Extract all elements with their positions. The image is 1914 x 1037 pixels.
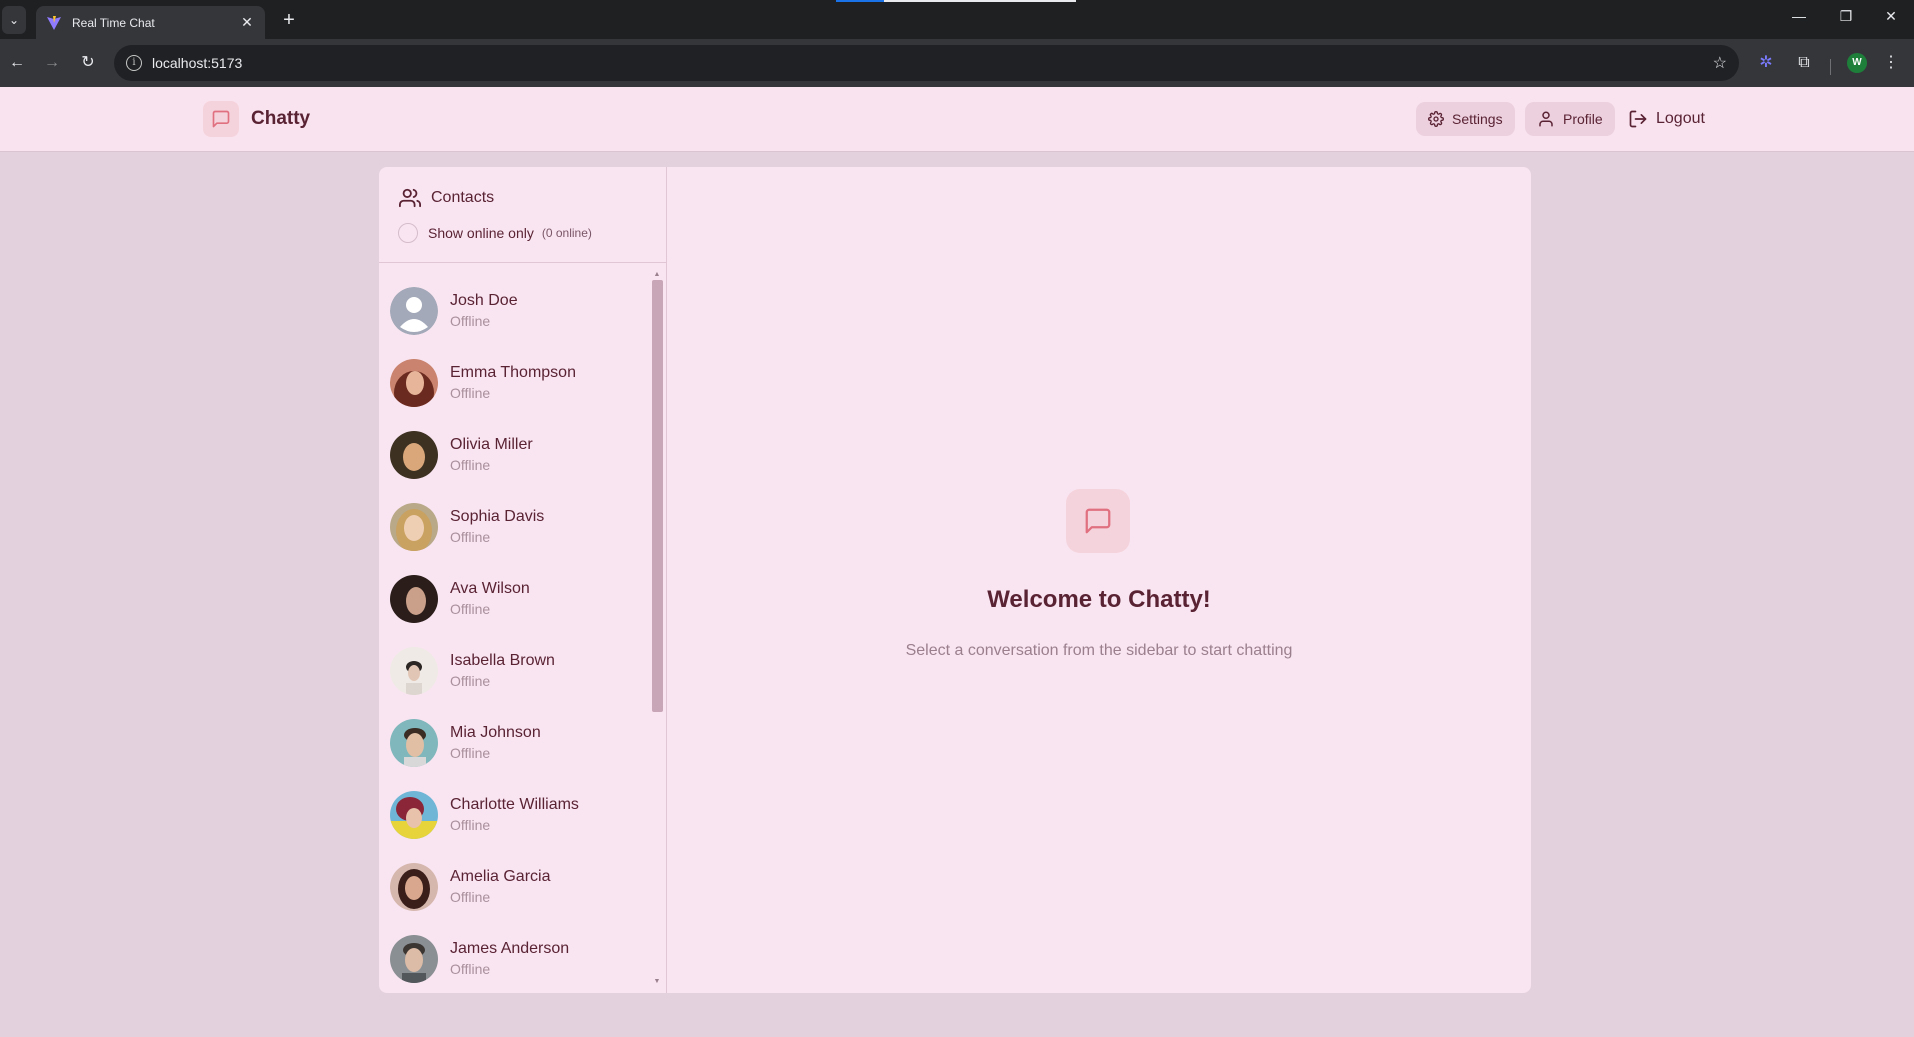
address-bar[interactable]: i localhost:5173 ☆ [114, 45, 1739, 81]
browser-toolbar: ← → ↻ i localhost:5173 ☆ ✲ ⧉ W ⋮ [0, 39, 1914, 87]
brand-link[interactable]: Chatty [203, 101, 310, 137]
toolbar-divider [1830, 59, 1831, 75]
welcome-title: Welcome to Chatty! [987, 586, 1211, 613]
logout-button[interactable]: Logout [1628, 104, 1705, 134]
contacts-sidebar: Contacts Show online only (0 online) Jos… [379, 167, 667, 993]
gear-icon [1428, 111, 1444, 127]
settings-button[interactable]: Settings [1416, 102, 1515, 136]
new-tab-button[interactable]: + [277, 8, 301, 32]
brand-name: Chatty [251, 108, 311, 129]
contact-status: Offline [450, 817, 491, 833]
contact-item[interactable]: Olivia Miller Offline [379, 419, 649, 491]
bookmark-star-icon[interactable]: ☆ [1713, 53, 1727, 73]
avatar [390, 575, 438, 623]
user-icon [1539, 111, 1553, 127]
minimize-icon[interactable]: — [1787, 8, 1811, 24]
extensions-puzzle-icon[interactable]: ⧉ [1792, 51, 1816, 75]
welcome-panel: Welcome to Chatty! Select a conversation… [667, 167, 1531, 993]
avatar [390, 935, 438, 983]
contact-name: Sophia Davis [450, 508, 545, 525]
contact-status: Offline [450, 673, 491, 689]
contact-item[interactable]: Sophia Davis Offline [379, 491, 649, 563]
restore-icon[interactable]: ❐ [1834, 8, 1858, 25]
contact-item[interactable]: Amelia Garcia Offline [379, 851, 649, 923]
contact-name: Amelia Garcia [450, 868, 551, 885]
chat-bubble-icon [203, 101, 239, 137]
extension-icon[interactable]: ✲ [1754, 51, 1778, 75]
vite-logo-icon [47, 15, 61, 30]
url-text: localhost:5173 [152, 55, 243, 71]
contact-item[interactable]: Josh Doe Offline [379, 275, 649, 347]
contact-name: Emma Thompson [450, 364, 576, 381]
sidebar-header: Contacts Show online only (0 online) [379, 167, 666, 263]
contacts-list: Josh Doe Offline Emma Thompson Offline O… [379, 264, 666, 993]
avatar [390, 647, 438, 695]
chat-container: Contacts Show online only (0 online) Jos… [379, 167, 1531, 993]
contact-status: Offline [450, 313, 491, 329]
users-icon [399, 188, 421, 208]
contact-item[interactable]: Emma Thompson Offline [379, 347, 649, 419]
tab-list-button[interactable]: ⌄ [2, 6, 26, 34]
browser-tab[interactable]: Real Time Chat ✕ [36, 6, 265, 39]
browser-menu-icon[interactable]: ⋮ [1879, 51, 1903, 75]
reload-icon[interactable]: ↻ [76, 51, 100, 75]
logout-label: Logout [1656, 110, 1705, 127]
close-tab-icon[interactable]: ✕ [239, 14, 255, 31]
tab-indicator [884, 0, 1076, 2]
tab-indicator [836, 0, 884, 2]
contacts-title: Contacts [431, 189, 495, 206]
profile-label: Profile [1563, 111, 1603, 127]
contact-name: Mia Johnson [450, 724, 541, 741]
show-online-label: Show online only [428, 225, 534, 241]
site-info-icon[interactable]: i [126, 55, 142, 71]
online-filter[interactable]: Show online only (0 online) [398, 223, 592, 243]
contact-status: Offline [450, 961, 491, 977]
avatar [390, 863, 438, 911]
contact-status: Offline [450, 601, 491, 617]
contact-item[interactable]: Charlotte Williams Offline [379, 779, 649, 851]
settings-label: Settings [1452, 111, 1503, 127]
scroll-down-arrow-icon[interactable]: ▼ [652, 978, 662, 986]
app-header: Chatty Settings Profile Logout [0, 87, 1914, 152]
profile-button[interactable]: Profile [1525, 102, 1615, 136]
contact-name: Josh Doe [450, 292, 518, 309]
contact-status: Offline [450, 529, 491, 545]
contact-name: Olivia Miller [450, 436, 533, 453]
contact-name: Charlotte Williams [450, 796, 579, 813]
contact-name: Ava Wilson [450, 580, 530, 597]
contacts-heading: Contacts [399, 187, 494, 209]
contact-name: Isabella Brown [450, 652, 555, 669]
avatar [390, 359, 438, 407]
chevron-down-icon: ⌄ [8, 13, 20, 27]
contact-status: Offline [450, 457, 491, 473]
tab-title: Real Time Chat [72, 15, 155, 30]
scroll-up-arrow-icon[interactable]: ▲ [652, 271, 662, 279]
online-count: (0 online) [541, 226, 592, 240]
avatar [390, 431, 438, 479]
browser-profile-avatar[interactable]: W [1847, 53, 1867, 73]
avatar [390, 503, 438, 551]
contacts-scrollbar-thumb[interactable] [652, 280, 663, 712]
contact-item[interactable]: Ava Wilson Offline [379, 563, 649, 635]
avatar [390, 287, 438, 335]
contact-item[interactable]: James Anderson Offline [379, 923, 649, 993]
show-online-checkbox[interactable] [398, 223, 418, 243]
contact-status: Offline [450, 889, 491, 905]
contact-status: Offline [450, 745, 491, 761]
contact-name: James Anderson [450, 940, 570, 957]
avatar [390, 791, 438, 839]
back-icon[interactable]: ← [5, 51, 29, 75]
forward-icon[interactable]: → [40, 51, 64, 75]
contact-item[interactable]: Isabella Brown Offline [379, 635, 649, 707]
logout-icon [1629, 110, 1647, 128]
welcome-subtitle: Select a conversation from the sidebar t… [905, 642, 1293, 659]
contact-status: Offline [450, 385, 491, 401]
close-window-icon[interactable]: ✕ [1879, 8, 1903, 25]
avatar [390, 719, 438, 767]
contact-item[interactable]: Mia Johnson Offline [379, 707, 649, 779]
chat-bubble-icon [1066, 489, 1130, 553]
browser-tabstrip: ⌄ Real Time Chat ✕ + — ❐ ✕ [0, 0, 1914, 39]
